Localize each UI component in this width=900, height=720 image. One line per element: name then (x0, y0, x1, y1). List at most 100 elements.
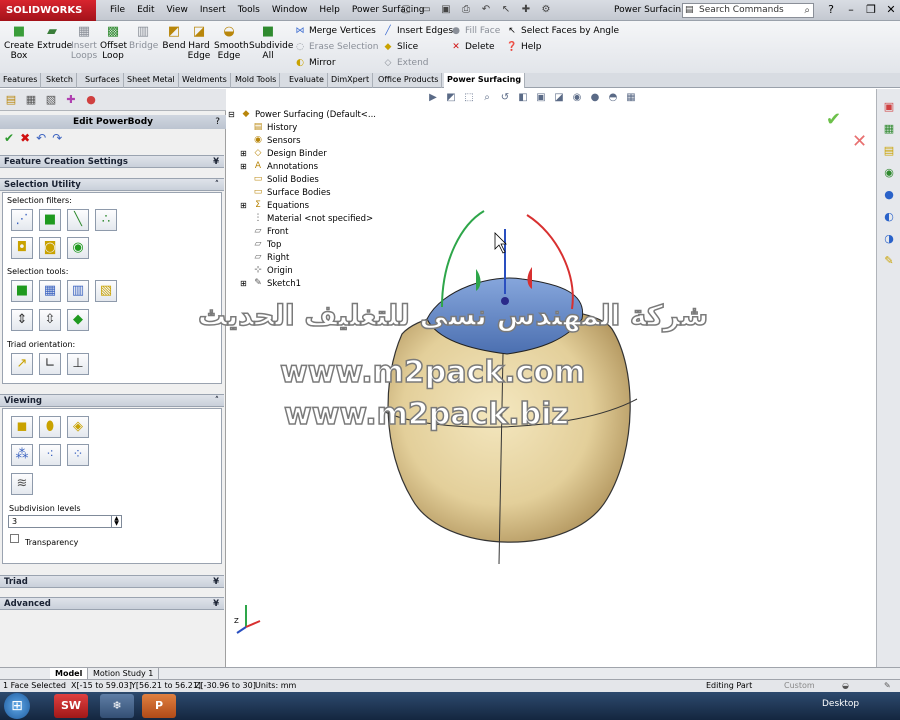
minimize-icon[interactable]: – (842, 1, 860, 18)
confirm-corner-check-icon[interactable]: ✔ (826, 109, 841, 130)
select-all-icon[interactable]: ■ (11, 280, 33, 302)
triad-local-icon[interactable]: ∟ (39, 353, 61, 375)
zoom-icon[interactable]: ⌕ (480, 91, 494, 105)
design-library-icon[interactable]: ▦ (881, 121, 897, 137)
view-shaded-icon[interactable]: ◼ (11, 416, 33, 438)
select-shrink-icon[interactable]: ⇕ (11, 309, 33, 331)
appearances-icon[interactable]: ● (881, 187, 897, 203)
triad-world-icon[interactable]: ↗ (11, 353, 33, 375)
tab-surfaces[interactable]: Surfaces (82, 73, 124, 88)
filter-edge-icon[interactable]: ╲ (67, 209, 89, 231)
graphics-area[interactable]: ▶ ◩ ⬚ ⌕ ↺ ◧ ▣ ◪ ◉ ● ◓ ▦ ⊟ ◆ Power Surfacin… (197, 89, 876, 667)
tree-item-solid-bodies[interactable]: ▭ Solid Bodies (252, 174, 319, 186)
view-orientation-icon[interactable]: ▣ (534, 91, 548, 105)
merge-vertices-button[interactable]: ⋈ Merge Vertices (294, 24, 376, 38)
tab-office-products[interactable]: Office Products (375, 73, 443, 88)
viewing-header[interactable]: Viewing ˄ (0, 394, 224, 407)
undo-icon[interactable]: ↶ (478, 3, 494, 17)
file-explorer-icon[interactable]: ▤ (881, 143, 897, 159)
bend-button[interactable]: ◩ Bend (162, 25, 186, 52)
insert-loops-button[interactable]: ▦ Insert Loops (70, 25, 98, 62)
view-palette-icon[interactable]: ◉ (881, 165, 897, 181)
display-style-icon[interactable]: ◪ (552, 91, 566, 105)
tree-item-history[interactable]: ▤ History (252, 122, 298, 134)
select-expand-icon[interactable]: ⇳ (39, 309, 61, 331)
view-settings-icon[interactable]: ▦ (624, 91, 638, 105)
tree-item-origin[interactable]: ⊹ Origin (252, 265, 292, 277)
expand-icon[interactable]: ⊞ (240, 200, 247, 212)
tree-root[interactable]: ⊟ ◆ Power Surfacing (Default<... (228, 109, 376, 121)
property-manager-icon[interactable]: ▦ (24, 93, 38, 107)
tree-item-sketch1[interactable]: ⊞ ✎ Sketch1 (240, 278, 301, 290)
select-loop-icon[interactable]: ▥ (67, 280, 89, 302)
tree-item-front[interactable]: ▱ Front (252, 226, 289, 238)
tree-item-top[interactable]: ▱ Top (252, 239, 282, 251)
menu-edit[interactable]: Edit (131, 0, 160, 21)
menu-window[interactable]: Window (266, 0, 314, 21)
taskbar-snowflake-app[interactable]: ❄ (100, 694, 134, 718)
hide-show-icon[interactable]: ◉ (570, 91, 584, 105)
status-custom[interactable]: Custom (784, 680, 815, 692)
search-commands-input[interactable]: ▤ Search Commands ⌕ (682, 3, 814, 18)
help-icon[interactable]: ? (822, 1, 840, 18)
transparency-checkbox[interactable] (10, 534, 19, 543)
tree-item-design-binder[interactable]: ⊞ ◇ Design Binder (240, 148, 327, 160)
extend-button[interactable]: ◇ Extend (382, 56, 429, 70)
filter-points-icon[interactable]: ∴ (95, 209, 117, 231)
tree-item-material[interactable]: ⋮ Material <not specified> (252, 213, 374, 225)
hard-edge-button[interactable]: ◪ Hard Edge (187, 25, 211, 62)
insert-edges-button[interactable]: ╱ Insert Edges (382, 24, 453, 38)
ok-check-icon[interactable]: ✔ (4, 131, 14, 145)
subdivide-all-button[interactable]: ■ Subdivide All (249, 25, 293, 62)
tools-icon[interactable]: ✎ (881, 253, 897, 269)
view-edges-icon[interactable]: ⁖ (39, 444, 61, 466)
spinner-arrows-icon[interactable]: ▲ ▼ (111, 516, 121, 527)
tab-weldments[interactable]: Weldments (179, 73, 231, 88)
confirm-corner-cancel-icon[interactable]: ✕ (852, 131, 867, 152)
print-icon[interactable]: ⎙ (458, 3, 474, 17)
view-curvature-icon[interactable]: ≋ (11, 473, 33, 495)
appearance-icon[interactable]: ● (588, 91, 602, 105)
tab-evaluate[interactable]: Evaluate (286, 73, 328, 88)
filter-face-icon[interactable]: ■ (39, 209, 61, 231)
start-button[interactable]: ⊞ (4, 693, 30, 719)
menu-help[interactable]: Help (313, 0, 346, 21)
tab-power-surfacing[interactable]: Power Surfacing (444, 73, 526, 88)
taskbar-solidworks[interactable]: SW (54, 694, 88, 718)
menu-view[interactable]: View (161, 0, 194, 21)
tab-sheet-metal[interactable]: Sheet Metal (124, 73, 179, 88)
menu-tools[interactable]: Tools (232, 0, 266, 21)
tree-item-equations[interactable]: ⊞ Σ Equations (240, 200, 309, 212)
triad-header[interactable]: Triad ¥ (0, 575, 224, 588)
cancel-x-icon[interactable]: ✖ (20, 131, 30, 145)
rebuild-icon[interactable]: ✚ (518, 3, 534, 17)
ribbon-help-button[interactable]: ❓ Help (506, 40, 541, 54)
select-icon[interactable]: ↖ (498, 3, 514, 17)
previous-view-icon[interactable]: ↺ (498, 91, 512, 105)
taskbar-powerpoint[interactable]: P (142, 694, 176, 718)
rebuild-status-icon[interactable]: ◒ (842, 680, 849, 692)
filter-ring-icon[interactable]: ◙ (39, 237, 61, 259)
tree-item-annotations[interactable]: ⊞ A Annotations (240, 161, 318, 173)
advanced-header[interactable]: Advanced ¥ (0, 597, 224, 610)
offset-loop-button[interactable]: ▩ Offset Loop (100, 25, 127, 62)
custom-properties-icon[interactable]: ◐ (881, 209, 897, 225)
restore-icon[interactable]: ❐ (862, 1, 880, 18)
tab-features[interactable]: Features (0, 73, 42, 88)
smooth-edge-button[interactable]: ◒ Smooth Edge (214, 25, 249, 62)
expand-icon[interactable]: ⊞ (240, 148, 247, 160)
delete-button[interactable]: ✕ Delete (450, 40, 494, 54)
mirror-button[interactable]: ◐ Mirror (294, 56, 335, 70)
menu-insert[interactable]: Insert (194, 0, 232, 21)
scene-icon[interactable]: ◓ (606, 91, 620, 105)
triad-axis-icon[interactable]: ⊥ (67, 353, 89, 375)
desktop-toolbar[interactable]: Desktop (822, 699, 859, 709)
solidworks-logo[interactable]: SOLIDWORKS (0, 0, 96, 21)
select-invert-icon[interactable]: ▧ (95, 280, 117, 302)
play-icon[interactable]: ▶ (426, 91, 440, 105)
select-region-icon[interactable]: ◆ (67, 309, 89, 331)
forum-icon[interactable]: ◑ (881, 231, 897, 247)
view-smooth-icon[interactable]: ⬮ (39, 416, 61, 438)
view-cage-icon[interactable]: ◈ (67, 416, 89, 438)
feature-manager-icon[interactable]: ▤ (4, 93, 18, 107)
